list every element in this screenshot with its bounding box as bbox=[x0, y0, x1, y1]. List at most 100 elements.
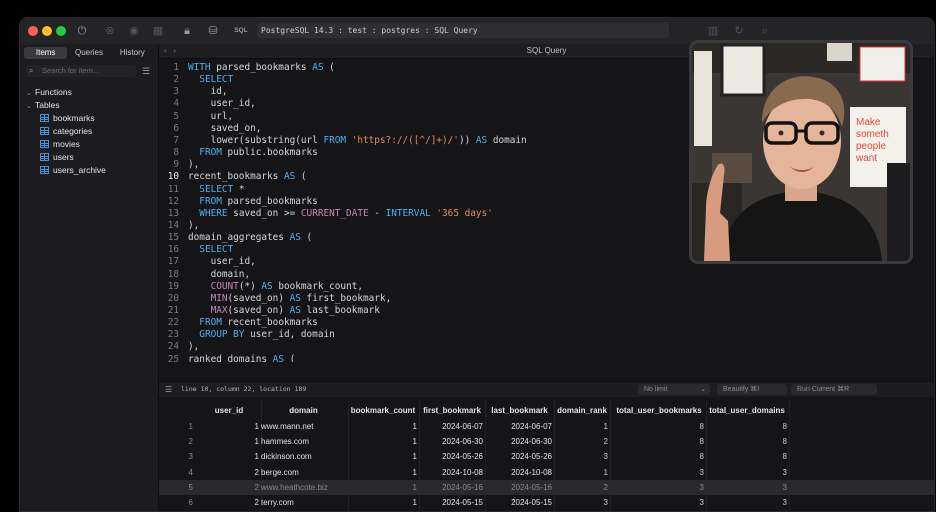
zoom-window-button[interactable] bbox=[56, 26, 66, 36]
table-cell-total-user-bookmarks[interactable]: 8 bbox=[614, 434, 704, 449]
table-cell-user-id[interactable]: 1 bbox=[199, 449, 259, 464]
table-cell-first-bookmark[interactable]: 2024-06-30 bbox=[421, 434, 483, 449]
table-cell-total-user-bookmarks[interactable]: 3 bbox=[614, 465, 704, 480]
tree-item-categories[interactable]: categories bbox=[26, 125, 106, 138]
lock-icon[interactable]: 🔒︎ bbox=[180, 24, 194, 38]
code-line[interactable]: domain_aggregates AS ( bbox=[188, 232, 312, 243]
code-line[interactable]: ), bbox=[188, 341, 199, 352]
table-cell-domain[interactable]: www.mann.net bbox=[261, 419, 346, 434]
code-line[interactable]: FROM recent_bookmarks bbox=[188, 317, 318, 328]
table-cell-last-bookmark[interactable]: 2024-05-15 bbox=[487, 495, 552, 510]
table-cell-last-bookmark[interactable]: 2024-06-07 bbox=[487, 419, 552, 434]
code-line[interactable]: url, bbox=[188, 111, 234, 122]
column-header-bookmark-count[interactable]: bookmark_count bbox=[349, 403, 417, 418]
minimize-window-button[interactable] bbox=[42, 26, 52, 36]
grid-icon[interactable]: ▦ bbox=[151, 24, 165, 38]
code-line[interactable]: FROM parsed_bookmarks bbox=[188, 196, 318, 207]
eye-icon[interactable]: ◉ bbox=[127, 24, 141, 38]
table-cell-domain[interactable]: terry.com bbox=[261, 495, 346, 510]
table-cell-total-user-bookmarks[interactable]: 3 bbox=[614, 495, 704, 510]
code-line[interactable]: user_id, bbox=[188, 256, 256, 267]
code-line[interactable]: MAX(saved_on) AS last_bookmark bbox=[188, 305, 380, 316]
code-line[interactable]: COUNT(*) AS bookmark_count, bbox=[188, 281, 363, 292]
tree-item-users-archive[interactable]: users_archive bbox=[26, 164, 106, 177]
code-line[interactable]: FROM public.bookmarks bbox=[188, 147, 318, 158]
column-header-user-id[interactable]: user_id bbox=[199, 403, 259, 418]
code-line[interactable]: lower(substring(url FROM 'https?://([^/]… bbox=[188, 135, 527, 146]
tree-item-bookmarks[interactable]: bookmarks bbox=[26, 112, 106, 125]
table-cell-total-user-domains[interactable]: 3 bbox=[707, 465, 787, 480]
nav-arrows-icon[interactable]: ‹ › bbox=[164, 44, 176, 58]
search-icon[interactable]: ⌕ bbox=[758, 24, 772, 38]
table-cell-first-bookmark[interactable]: 2024-05-15 bbox=[421, 495, 483, 510]
column-header-total-user-domains[interactable]: total_user_domains bbox=[707, 403, 787, 418]
table-cell-total-user-domains[interactable]: 8 bbox=[707, 434, 787, 449]
code-line[interactable]: ), bbox=[188, 159, 199, 170]
table-cell-first-bookmark[interactable]: 2024-06-07 bbox=[421, 419, 483, 434]
table-cell-first-bookmark[interactable]: 2024-05-16 bbox=[421, 480, 483, 495]
code-line[interactable]: domain, bbox=[188, 269, 251, 280]
code-line[interactable]: SELECT * bbox=[188, 184, 244, 195]
tree-group-functions[interactable]: ⌄ Functions bbox=[26, 86, 106, 99]
table-cell-last-bookmark[interactable]: 2024-05-26 bbox=[487, 449, 552, 464]
code-line[interactable]: ), bbox=[188, 220, 199, 231]
table-cell-domain-rank[interactable]: 1 bbox=[556, 419, 608, 434]
table-cell-domain-rank[interactable]: 2 bbox=[556, 434, 608, 449]
table-cell-total-user-domains[interactable]: 3 bbox=[707, 495, 787, 510]
code-line[interactable]: WHERE saved_on >= CURRENT_DATE - INTERVA… bbox=[188, 208, 493, 219]
code-line[interactable]: SELECT bbox=[188, 74, 233, 85]
table-cell-user-id[interactable]: 2 bbox=[199, 465, 259, 480]
tree-group-tables[interactable]: ⌄ Tables bbox=[26, 99, 106, 112]
code-line[interactable]: WITH parsed_bookmarks AS ( bbox=[188, 62, 335, 73]
table-cell-bookmark-count[interactable]: 1 bbox=[349, 434, 417, 449]
table-cell-user-id[interactable]: 1 bbox=[199, 419, 259, 434]
code-line[interactable]: saved_on, bbox=[188, 123, 262, 134]
tab-items[interactable]: Items bbox=[24, 47, 68, 59]
code-line[interactable]: GROUP BY user_id, domain bbox=[188, 329, 334, 340]
table-cell-last-bookmark[interactable]: 2024-06-30 bbox=[487, 434, 552, 449]
power-icon[interactable]: ⏻ bbox=[75, 24, 89, 38]
table-cell-domain-rank[interactable]: 2 bbox=[556, 480, 608, 495]
code-line[interactable]: id, bbox=[188, 86, 228, 97]
table-cell-total-user-domains[interactable]: 8 bbox=[707, 419, 787, 434]
database-icon[interactable]: ⛁ bbox=[206, 24, 220, 38]
code-line[interactable]: SELECT bbox=[188, 244, 233, 255]
column-header-domain[interactable]: domain bbox=[261, 403, 346, 418]
table-cell-total-user-bookmarks[interactable]: 8 bbox=[614, 449, 704, 464]
table-cell-bookmark-count[interactable]: 1 bbox=[349, 419, 417, 434]
table-cell-domain-rank[interactable]: 3 bbox=[556, 495, 608, 510]
column-header-domain-rank[interactable]: domain_rank bbox=[556, 403, 608, 418]
table-cell-domain[interactable]: dickinson.com bbox=[261, 449, 346, 464]
filter-icon[interactable]: ☰ bbox=[142, 66, 150, 77]
code-line[interactable]: MIN(saved_on) AS first_bookmark, bbox=[188, 293, 392, 304]
column-header-first-bookmark[interactable]: first_bookmark bbox=[421, 403, 483, 418]
chart-icon[interactable]: ▥ bbox=[706, 24, 720, 38]
sidebar-search-input[interactable]: ⌕ Search for item... bbox=[26, 65, 136, 77]
table-cell-bookmark-count[interactable]: 1 bbox=[349, 495, 417, 510]
table-cell-last-bookmark[interactable]: 2024-10-08 bbox=[487, 465, 552, 480]
tab-history[interactable]: History bbox=[111, 47, 154, 59]
table-cell-user-id[interactable]: 1 bbox=[199, 434, 259, 449]
tree-item-movies[interactable]: movies bbox=[26, 138, 106, 151]
table-cell-total-user-domains[interactable]: 3 bbox=[707, 480, 787, 495]
table-cell-last-bookmark[interactable]: 2024-05-16 bbox=[487, 480, 552, 495]
column-header-last-bookmark[interactable]: last_bookmark bbox=[487, 403, 552, 418]
table-cell-bookmark-count[interactable]: 1 bbox=[349, 480, 417, 495]
table-cell-user-id[interactable]: 2 bbox=[199, 495, 259, 510]
stop-icon[interactable]: ⊗ bbox=[103, 24, 117, 38]
table-cell-bookmark-count[interactable]: 1 bbox=[349, 449, 417, 464]
table-cell-domain[interactable]: hammes.com bbox=[261, 434, 346, 449]
table-cell-domain[interactable]: berge.com bbox=[261, 465, 346, 480]
beautify-button[interactable]: Beautify ⌘I bbox=[717, 384, 787, 395]
code-line[interactable]: user_id, bbox=[188, 98, 256, 109]
code-line[interactable]: ranked_domains AS ( bbox=[188, 354, 295, 362]
limit-select[interactable]: No limit ⌄ bbox=[638, 384, 710, 395]
sql-editor[interactable]: 1 WITH parsed_bookmarks AS (2 SELECT 3 id,… bbox=[159, 62, 699, 362]
tree-item-users[interactable]: users bbox=[26, 151, 106, 164]
table-cell-domain-rank[interactable]: 1 bbox=[556, 465, 608, 480]
table-cell-total-user-domains[interactable]: 8 bbox=[707, 449, 787, 464]
run-current-button[interactable]: Run Current ⌘R bbox=[791, 384, 877, 395]
table-cell-bookmark-count[interactable]: 1 bbox=[349, 465, 417, 480]
sql-button[interactable]: SQL bbox=[232, 24, 250, 38]
table-cell-user-id[interactable]: 2 bbox=[199, 480, 259, 495]
